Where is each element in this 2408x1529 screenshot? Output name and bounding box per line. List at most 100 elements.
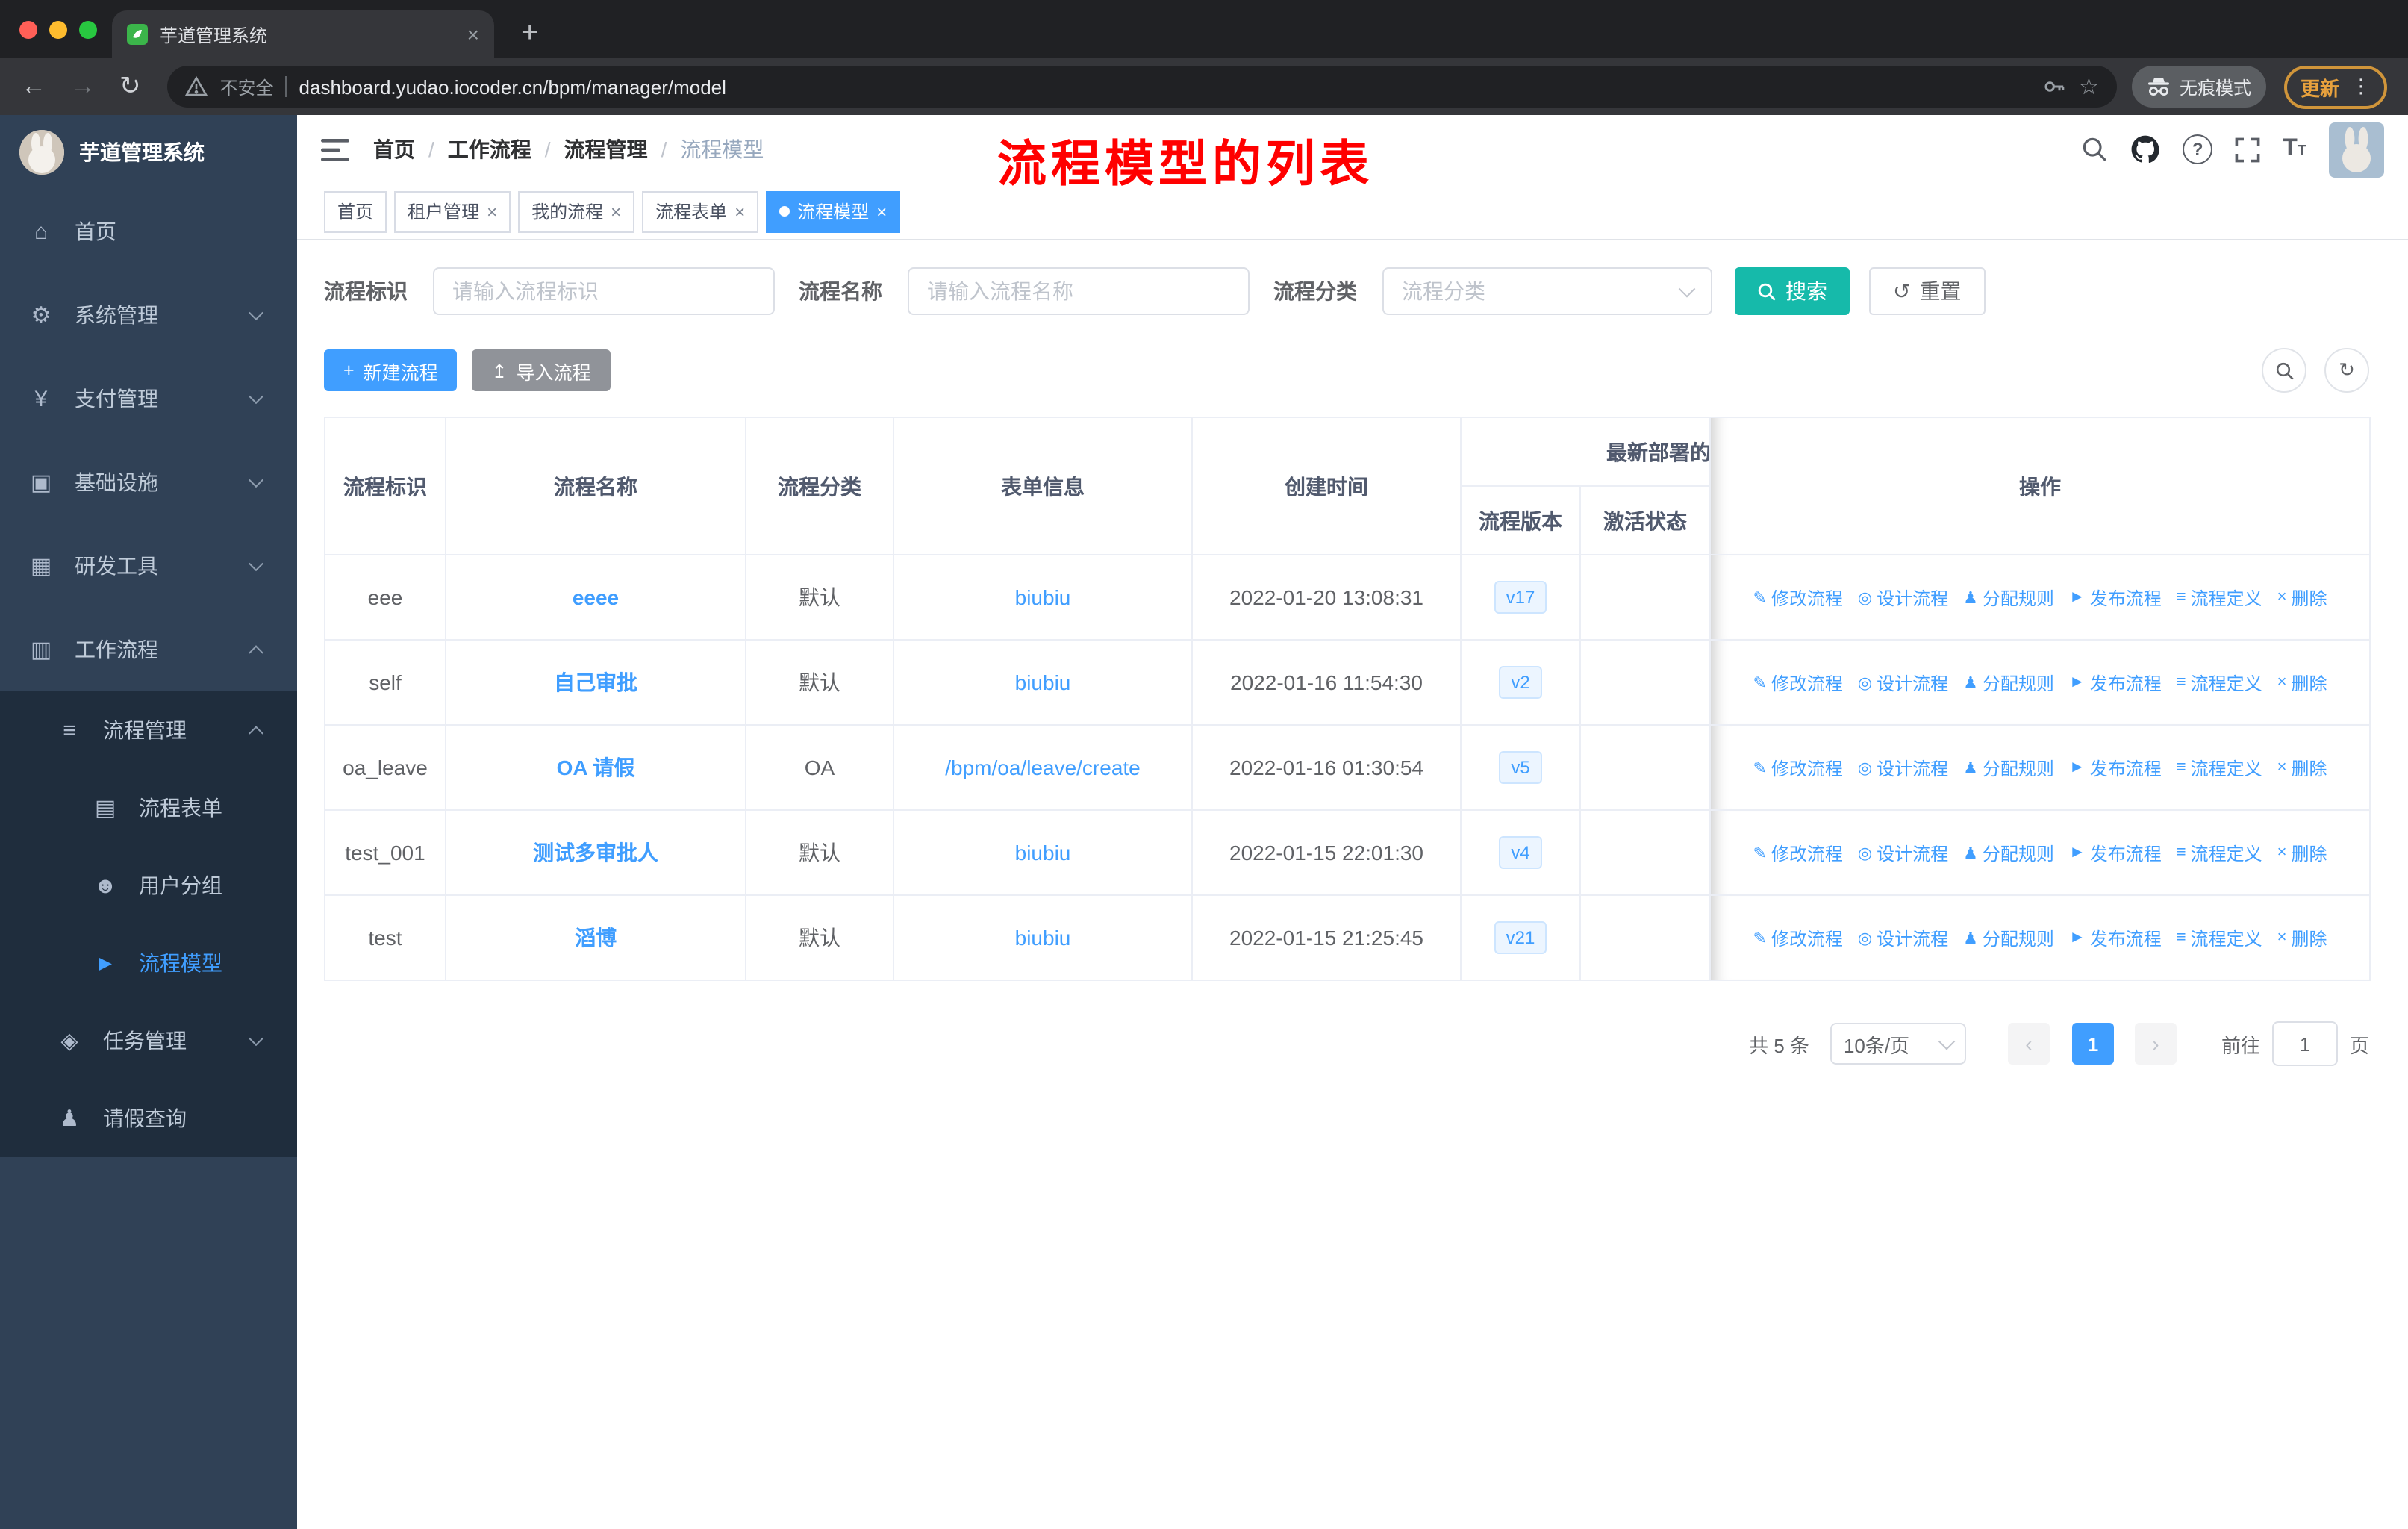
search-button[interactable]: 搜索 (1735, 267, 1850, 315)
process-name-input[interactable] (908, 267, 1250, 315)
forward-button[interactable]: → (70, 72, 96, 102)
sidebar-item-devtools[interactable]: ▦ 研发工具 (0, 524, 297, 608)
tag-home[interactable]: 首页 (324, 190, 387, 232)
process-definition-link[interactable]: ≡ 流程定义 (2177, 585, 2262, 610)
close-window-button[interactable] (19, 21, 37, 39)
design-process-link[interactable]: ◎ 设计流程 (1858, 755, 1948, 780)
edit-process-link[interactable]: ✎ 修改流程 (1753, 840, 1842, 865)
page-size-select[interactable]: 10条/页 (1830, 1023, 1966, 1065)
publish-process-link[interactable]: ► 发布流程 (2069, 585, 2162, 610)
back-button[interactable]: ← (21, 72, 46, 102)
assign-rule-link[interactable]: ♟ 分配规则 (1963, 670, 2054, 695)
sidebar-item-payment[interactable]: ¥ 支付管理 (0, 357, 297, 440)
tag-close-icon[interactable]: × (487, 201, 497, 222)
edit-process-link[interactable]: ✎ 修改流程 (1753, 755, 1842, 780)
tab-close-icon[interactable]: × (467, 22, 479, 46)
refresh-button[interactable]: ↻ (2324, 348, 2369, 393)
design-process-link[interactable]: ◎ 设计流程 (1858, 670, 1948, 695)
publish-process-link[interactable]: ► 发布流程 (2069, 925, 2162, 950)
address-bar[interactable]: 不安全 dashboard.yudao.iocoder.cn/bpm/manag… (167, 66, 2117, 108)
hide-search-button[interactable] (2262, 348, 2306, 393)
design-process-link[interactable]: ◎ 设计流程 (1858, 585, 1948, 610)
next-page-button[interactable]: › (2134, 1023, 2177, 1065)
security-label[interactable]: 不安全 (220, 74, 274, 99)
sidebar-item-workflow[interactable]: ▥ 工作流程 (0, 608, 297, 691)
process-name-link[interactable]: eeee (573, 585, 619, 609)
update-button[interactable]: 更新 ⋮ (2283, 65, 2387, 108)
process-name-link[interactable]: OA 请假 (557, 756, 635, 779)
assign-rule-link[interactable]: ♟ 分配规则 (1963, 755, 2054, 780)
delete-link[interactable]: × 删除 (2277, 585, 2327, 610)
process-name-link[interactable]: 测试多审批人 (533, 841, 658, 865)
edit-process-link[interactable]: ✎ 修改流程 (1753, 585, 1842, 610)
sidebar-item-process-form[interactable]: ▤ 流程表单 (0, 769, 297, 847)
sidebar-item-system[interactable]: ⚙ 系统管理 (0, 273, 297, 357)
process-definition-link[interactable]: ≡ 流程定义 (2177, 670, 2262, 695)
tag-my-process[interactable]: 我的流程 × (518, 190, 635, 232)
browser-tab[interactable]: 芋道管理系统 × (112, 10, 494, 58)
edit-process-link[interactable]: ✎ 修改流程 (1753, 670, 1842, 695)
process-id-input[interactable] (433, 267, 775, 315)
process-name-link[interactable]: 自己审批 (554, 670, 637, 694)
prev-page-button[interactable]: ‹ (2007, 1023, 2050, 1065)
tag-close-icon[interactable]: × (876, 201, 887, 222)
assign-rule-link[interactable]: ♟ 分配规则 (1963, 585, 2054, 610)
sidebar-item-infrastructure[interactable]: ▣ 基础设施 (0, 440, 297, 524)
help-icon[interactable]: ? (2183, 134, 2213, 164)
form-link[interactable]: biubiu (1015, 841, 1071, 865)
reset-button[interactable]: ↺ 重置 (1869, 267, 1986, 315)
minimize-window-button[interactable] (49, 21, 67, 39)
delete-link[interactable]: × 删除 (2277, 925, 2327, 950)
sidebar-item-process-model[interactable]: ► 流程模型 (0, 924, 297, 1002)
publish-process-link[interactable]: ► 发布流程 (2069, 670, 2162, 695)
tag-close-icon[interactable]: × (734, 201, 745, 222)
process-name-link[interactable]: 滔博 (575, 926, 617, 950)
process-definition-link[interactable]: ≡ 流程定义 (2177, 925, 2262, 950)
bookmark-star-icon[interactable]: ☆ (2079, 73, 2099, 100)
key-icon[interactable] (2042, 75, 2067, 99)
publish-process-link[interactable]: ► 发布流程 (2069, 755, 2162, 780)
form-link[interactable]: /bpm/oa/leave/create (945, 756, 1141, 779)
tag-process-model[interactable]: 流程模型 × (766, 190, 901, 232)
fullscreen-icon[interactable] (2235, 137, 2260, 162)
process-definition-link[interactable]: ≡ 流程定义 (2177, 755, 2262, 780)
breadcrumb-item-workflow[interactable]: 工作流程 (448, 134, 531, 164)
breadcrumb-item-process-management[interactable]: 流程管理 (564, 134, 648, 164)
process-definition-link[interactable]: ≡ 流程定义 (2177, 840, 2262, 865)
sidebar-item-task-management[interactable]: ◈ 任务管理 (0, 1002, 297, 1080)
reload-button[interactable]: ↻ (119, 72, 141, 102)
sidebar-item-leave-query[interactable]: ♟ 请假查询 (0, 1080, 297, 1157)
tag-tenant-management[interactable]: 租户管理 × (394, 190, 511, 232)
assign-rule-link[interactable]: ♟ 分配规则 (1963, 925, 2054, 950)
assign-rule-link[interactable]: ♟ 分配规则 (1963, 840, 2054, 865)
import-process-button[interactable]: ↥ 导入流程 (472, 349, 611, 391)
avatar[interactable] (2329, 122, 2384, 177)
collapse-sidebar-button[interactable] (321, 138, 349, 161)
github-icon[interactable] (2130, 134, 2160, 164)
zoom-window-button[interactable] (79, 21, 97, 39)
form-link[interactable]: biubiu (1015, 585, 1071, 609)
search-icon[interactable] (2081, 136, 2108, 163)
breadcrumb-item-home[interactable]: 首页 (373, 134, 415, 164)
tag-close-icon[interactable]: × (611, 201, 621, 222)
delete-link[interactable]: × 删除 (2277, 840, 2327, 865)
design-process-link[interactable]: ◎ 设计流程 (1858, 840, 1948, 865)
create-process-button[interactable]: + 新建流程 (324, 349, 458, 391)
url-text[interactable]: dashboard.yudao.iocoder.cn/bpm/manager/m… (299, 75, 2030, 98)
delete-link[interactable]: × 删除 (2277, 670, 2327, 695)
tag-process-form[interactable]: 流程表单 × (642, 190, 759, 232)
form-link[interactable]: biubiu (1015, 926, 1071, 950)
category-select[interactable]: 流程分类 (1382, 267, 1712, 315)
publish-process-link[interactable]: ► 发布流程 (2069, 840, 2162, 865)
page-number-button[interactable]: 1 (2071, 1023, 2114, 1065)
design-process-link[interactable]: ◎ 设计流程 (1858, 925, 1948, 950)
new-tab-button[interactable]: + (521, 18, 538, 48)
form-link[interactable]: biubiu (1015, 670, 1071, 694)
sidebar-item-process-management[interactable]: ≡ 流程管理 (0, 691, 297, 769)
page-jump-input[interactable] (2271, 1021, 2338, 1066)
sidebar-item-user-group[interactable]: ☻ 用户分组 (0, 847, 297, 924)
browser-menu-icon[interactable]: ⋮ (2351, 75, 2371, 99)
edit-process-link[interactable]: ✎ 修改流程 (1753, 925, 1842, 950)
delete-link[interactable]: × 删除 (2277, 755, 2327, 780)
font-size-icon[interactable]: TT (2283, 136, 2306, 163)
